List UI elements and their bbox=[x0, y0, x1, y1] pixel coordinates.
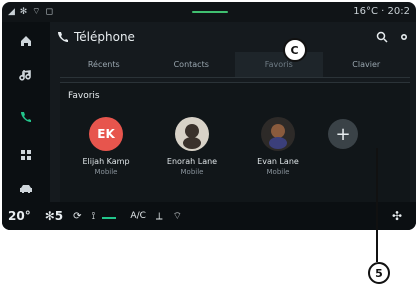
search-icon[interactable] bbox=[376, 28, 388, 47]
fan-value: 5 bbox=[54, 209, 64, 223]
callout-c: C bbox=[282, 38, 307, 62]
add-favorite[interactable]: + bbox=[328, 117, 400, 197]
ac-button[interactable]: A/C bbox=[130, 211, 145, 221]
main-panel: Téléphone Récents Contacts Favoris C Cla… bbox=[50, 22, 416, 203]
callout-5: 5 bbox=[368, 262, 390, 284]
header-actions bbox=[376, 28, 410, 47]
contact-name: Evan Lane bbox=[257, 157, 299, 166]
time: 20:2 bbox=[387, 6, 410, 17]
contact-type: Mobile bbox=[94, 168, 118, 176]
tab-bar: Récents Contacts Favoris C Clavier bbox=[60, 38, 410, 78]
favorite-contact[interactable]: EK Elijah Kamp Mobile bbox=[70, 117, 142, 197]
tab-favoris[interactable]: Favoris C bbox=[235, 38, 323, 78]
tab-recents[interactable]: Récents bbox=[60, 52, 148, 78]
car-icon bbox=[18, 181, 34, 200]
favorites-list: EK Elijah Kamp Mobile Enorah Lane Mobile… bbox=[70, 117, 400, 197]
status-right: 16°C · 20:2 bbox=[353, 6, 410, 17]
sidebar-item-phone[interactable] bbox=[2, 102, 50, 134]
temperature: 16°C bbox=[353, 6, 378, 17]
temperature-unit: ° bbox=[24, 209, 31, 223]
page-title: Téléphone bbox=[74, 30, 135, 44]
seat-heat-icon[interactable]: ⟟ bbox=[92, 211, 117, 222]
tab-clavier[interactable]: Clavier bbox=[322, 52, 410, 78]
wifi-icon[interactable]: ⌔ bbox=[173, 210, 182, 223]
status-indicator bbox=[192, 11, 228, 13]
contact-type: Mobile bbox=[266, 168, 290, 176]
temperature-value: 20 bbox=[8, 209, 25, 223]
sidebar-item-apps[interactable] bbox=[2, 140, 50, 172]
contact-type: Mobile bbox=[180, 168, 204, 176]
favorites-section: Favoris EK Elijah Kamp Mobile Enorah Lan… bbox=[60, 82, 410, 203]
tab-contacts[interactable]: Contacts bbox=[147, 52, 235, 78]
contact-name: Enorah Lane bbox=[166, 157, 218, 166]
sidebar bbox=[2, 22, 50, 202]
contact-name: Elijah Kamp bbox=[82, 157, 130, 166]
phone-icon bbox=[19, 109, 33, 128]
temperature-left[interactable]: 20° bbox=[8, 209, 31, 223]
fan-icon: ✻ bbox=[44, 209, 55, 223]
phone-icon bbox=[56, 29, 70, 43]
tab-favoris-label: Favoris bbox=[264, 60, 293, 69]
status-icons: ◢ ✻ ⌔ ◻ bbox=[8, 7, 54, 17]
section-title: Favoris bbox=[68, 91, 100, 101]
seat-icon[interactable]: ⟂ bbox=[156, 211, 163, 222]
gear-icon[interactable] bbox=[398, 28, 410, 47]
climate-bar: 20° ✻5 ⟳ ⟟ A/C ⟂ ⌔ ✣ bbox=[2, 202, 416, 230]
fan-level[interactable]: ✻5 bbox=[45, 209, 63, 223]
apps-grid-icon bbox=[19, 147, 33, 166]
avatar bbox=[175, 117, 209, 151]
avatar bbox=[261, 117, 295, 151]
seat-heat-level bbox=[102, 216, 117, 219]
fan-icon[interactable]: ✣ bbox=[392, 209, 402, 223]
avatar: EK bbox=[89, 117, 123, 151]
add-favorite-button[interactable]: + bbox=[328, 119, 358, 149]
sidebar-item-home[interactable] bbox=[2, 26, 50, 58]
recirculation-icon[interactable]: ⟳ bbox=[73, 211, 81, 222]
music-icon bbox=[19, 67, 33, 86]
status-bar: ◢ ✻ ⌔ ◻ 16°C · 20:2 bbox=[2, 2, 416, 22]
favorite-contact[interactable]: Enorah Lane Mobile bbox=[156, 117, 228, 197]
home-icon bbox=[19, 33, 33, 52]
sidebar-item-music[interactable] bbox=[2, 60, 50, 92]
callout-line bbox=[376, 148, 378, 262]
favorite-contact[interactable]: Evan Lane Mobile bbox=[242, 117, 314, 197]
infotainment-screen: ◢ ✻ ⌔ ◻ 16°C · 20:2 Téléphone Récents Co… bbox=[2, 2, 416, 230]
